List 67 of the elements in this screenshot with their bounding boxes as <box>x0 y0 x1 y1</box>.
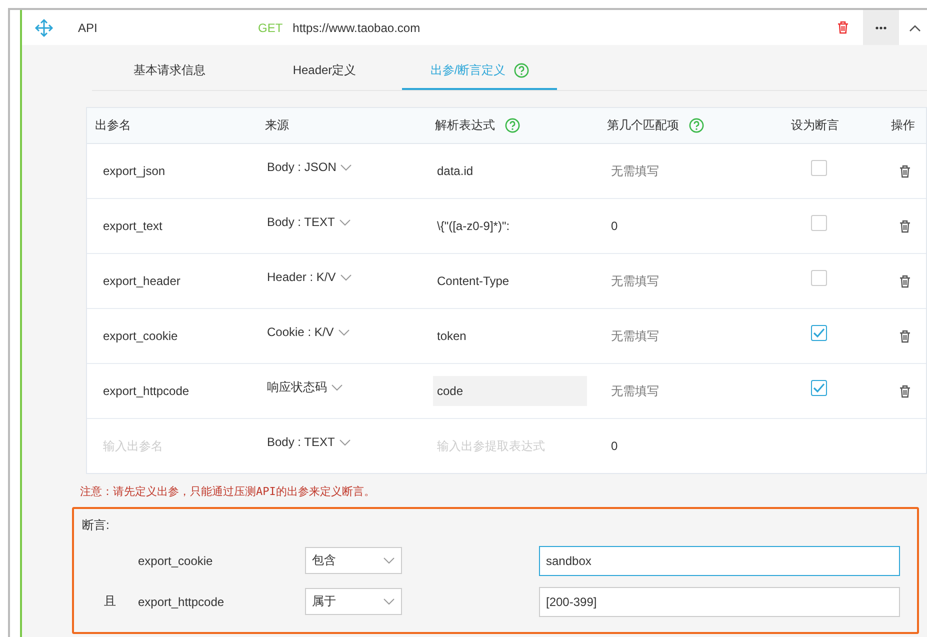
expression-input[interactable]: \{"([a-z0-9]*)": <box>433 211 587 241</box>
more-icon <box>875 26 887 30</box>
source-dropdown[interactable]: Cookie : K/V <box>267 325 350 339</box>
delete-icon[interactable] <box>899 274 911 288</box>
column-header: 第几个匹配项 <box>607 117 679 134</box>
chevron-icon <box>338 438 351 446</box>
match-index: 无需填写 <box>611 382 659 400</box>
delete-icon[interactable] <box>837 21 849 34</box>
delete-icon[interactable] <box>899 330 911 342</box>
match-index: 无需填写 <box>611 328 659 344</box>
tab[interactable]: Header定义 <box>247 53 402 90</box>
match-index: 0 <box>611 219 618 233</box>
warning-note: 注意：请先定义出参，只能通过压测API的出参来定义断言。 <box>80 484 376 499</box>
collapse-icon[interactable] <box>909 24 921 32</box>
chevron-icon <box>340 274 352 280</box>
operator-dropdown[interactable]: 属于 <box>305 588 402 615</box>
chevron-icon <box>338 218 351 226</box>
source-dropdown[interactable]: Body : TEXT <box>267 435 351 449</box>
delete-icon[interactable] <box>899 164 911 178</box>
move-icon[interactable] <box>34 18 54 38</box>
assert-checkbox[interactable] <box>811 270 827 286</box>
source-dropdown[interactable]: Body : JSON <box>267 160 352 174</box>
param-name: export_header <box>103 274 180 288</box>
conjunction-label: 且 <box>104 594 116 608</box>
chevron-icon <box>338 328 350 336</box>
param-name: export_cookie <box>103 329 178 343</box>
column-header: 来源 <box>265 117 289 134</box>
param-name: export_httpcode <box>138 594 226 608</box>
chevron-icon <box>383 598 395 605</box>
param-name: export_cookie <box>138 554 214 568</box>
source-dropdown[interactable]: Header : K/V <box>267 270 352 284</box>
param-name: export_text <box>103 219 162 233</box>
expression-input[interactable]: code <box>433 376 587 406</box>
expression-input[interactable]: Content-Type <box>433 266 587 296</box>
match-index: 无需填写 <box>611 272 659 290</box>
assert-checkbox[interactable] <box>811 380 827 396</box>
value-input[interactable]: sandbox <box>539 546 900 576</box>
source-dropdown[interactable]: Body : TEXT <box>267 215 351 229</box>
help-icon[interactable] <box>689 118 704 133</box>
match-index: 无需填写 <box>611 162 659 180</box>
column-header: 解析表达式 <box>435 117 495 134</box>
assert-checkbox[interactable] <box>811 325 827 341</box>
request-url: https://www.taobao.com <box>292 20 420 34</box>
chevron-icon <box>331 384 343 390</box>
expression-input[interactable]: token <box>433 321 587 351</box>
delete-icon[interactable] <box>899 384 911 398</box>
value-input[interactable]: [200-399] <box>539 586 900 616</box>
column-header: 出参名 <box>95 117 131 134</box>
chevron-icon <box>340 164 352 170</box>
api-title: API <box>78 20 98 34</box>
http-method: GET <box>258 20 283 34</box>
assert-checkbox[interactable] <box>811 215 827 231</box>
column-header: 操作 <box>891 117 915 134</box>
tab[interactable]: 基本请求信息 <box>92 53 247 90</box>
expression-input[interactable]: data.id <box>433 156 587 186</box>
delete-icon[interactable] <box>899 220 911 232</box>
assert-checkbox[interactable] <box>811 160 827 176</box>
source-dropdown[interactable]: 响应状态码 <box>267 378 343 396</box>
chevron-icon <box>383 557 395 564</box>
help-icon[interactable] <box>505 118 520 133</box>
param-name: export_httpcode <box>103 384 190 398</box>
operator-dropdown[interactable]: 包含 <box>305 547 402 574</box>
match-index: 0 <box>611 439 618 453</box>
help-icon[interactable] <box>514 63 529 78</box>
column-header: 设为断言 <box>791 117 839 134</box>
param-name: export_json <box>103 164 166 178</box>
assertion-title: 断言: <box>82 517 110 534</box>
